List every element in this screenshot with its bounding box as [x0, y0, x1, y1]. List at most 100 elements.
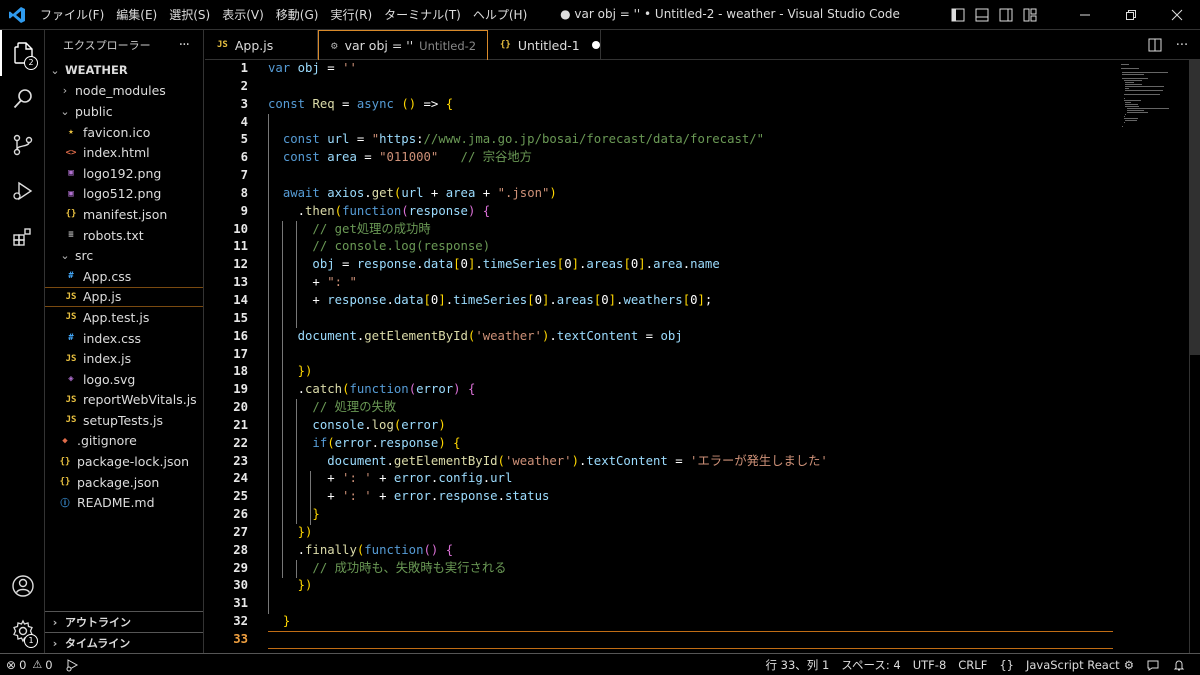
problems-indicator[interactable]: ⊗ 0 ⚠ 0 — [0, 654, 59, 675]
code-line[interactable]: const Req = async () => { — [268, 96, 1118, 114]
search-icon[interactable] — [0, 76, 45, 122]
folder-root[interactable]: ⌄ WEATHER — [45, 60, 203, 81]
editor-more-actions-icon[interactable]: ··· — [1170, 30, 1194, 60]
code-line[interactable] — [268, 78, 1118, 96]
file-item[interactable]: ▣ logo192.png — [45, 163, 203, 184]
timeline-section[interactable]: › タイムライン — [45, 632, 203, 653]
code-line[interactable]: // get処理の成功時 — [268, 221, 1118, 239]
vscode-logo-icon[interactable] — [0, 0, 34, 30]
file-item[interactable]: # index.css — [45, 328, 203, 349]
file-item[interactable]: <> index.html — [45, 142, 203, 163]
file-item[interactable]: ★ favicon.ico — [45, 122, 203, 143]
file-item[interactable]: JS App.test.js — [45, 307, 203, 328]
menu-view[interactable]: 表示(V) — [216, 0, 270, 30]
vertical-scrollbar[interactable] — [1189, 60, 1200, 653]
file-item[interactable]: ◈ logo.svg — [45, 369, 203, 390]
file-item[interactable]: ≡ robots.txt — [45, 225, 203, 246]
code-line[interactable]: } — [268, 506, 1118, 524]
file-item[interactable]: JS setupTests.js — [45, 410, 203, 431]
feedback-icon[interactable] — [1140, 654, 1166, 675]
live-share-icon[interactable] — [59, 654, 85, 675]
code-line[interactable]: .then(function(response) { — [268, 203, 1118, 221]
menu-selection[interactable]: 選択(S) — [163, 0, 216, 30]
manage-gear-icon[interactable]: 1 — [0, 608, 45, 654]
outline-section[interactable]: › アウトライン — [45, 611, 203, 632]
code-line[interactable]: }) — [268, 577, 1118, 595]
folder-item[interactable]: ⌄ public — [45, 101, 203, 122]
file-item[interactable]: ◆ .gitignore — [45, 431, 203, 452]
menu-edit[interactable]: 編集(E) — [110, 0, 163, 30]
notifications-bell-icon[interactable] — [1166, 654, 1192, 675]
file-item[interactable]: JS reportWebVitals.js — [45, 390, 203, 411]
unsaved-dot-icon[interactable] — [591, 41, 600, 49]
code-line[interactable]: } — [268, 613, 1118, 631]
code-line[interactable] — [268, 595, 1118, 613]
scrollbar-thumb[interactable] — [1190, 60, 1200, 355]
tab-untitled-2[interactable]: ⚙ var obj = '' Untitled-2 — [318, 30, 488, 60]
code-line[interactable] — [268, 167, 1118, 185]
encoding[interactable]: UTF-8 — [907, 654, 953, 675]
close-window-icon[interactable] — [1154, 0, 1200, 30]
restore-icon[interactable] — [1108, 0, 1154, 30]
tab-app-js[interactable]: JS App.js — [205, 30, 318, 60]
more-actions-icon[interactable]: ··· — [179, 37, 190, 53]
file-item[interactable]: JS App.js — [45, 286, 203, 308]
language-mode[interactable]: JavaScript React ⚙ — [1020, 654, 1140, 675]
code-lines[interactable]: var obj = '' const Req = async () => { co… — [268, 60, 1118, 649]
code-line[interactable]: const area = "011000" // 宗谷地方 — [268, 149, 1118, 167]
code-line[interactable] — [268, 310, 1118, 328]
menu-file[interactable]: ファイル(F) — [34, 0, 110, 30]
cursor-position[interactable]: 行 33、列 1 — [760, 654, 836, 675]
file-item[interactable]: ⓘ README.md — [45, 492, 203, 513]
code-line[interactable]: + ': ' + error.config.url — [268, 470, 1118, 488]
file-item[interactable]: {} manifest.json — [45, 204, 203, 225]
split-editor-icon[interactable] — [1143, 30, 1167, 60]
code-editor[interactable]: 1 2 3 4 5 6 7 8 9 10 11 12 13 14 15 16 17 18 19 20 21 22 23 24 2… — [205, 60, 1200, 653]
file-item[interactable]: # App.css — [45, 266, 203, 287]
toggle-secondary-sidebar-icon[interactable] — [994, 0, 1018, 30]
code-line[interactable]: }) — [268, 524, 1118, 542]
minimap[interactable] — [1117, 60, 1189, 653]
file-item[interactable]: ▣ logo512.png — [45, 184, 203, 205]
code-line[interactable]: + response.data[0].timeSeries[0].areas[0… — [268, 292, 1118, 310]
end-of-line[interactable]: CRLF — [952, 654, 993, 675]
file-item[interactable]: {} package-lock.json — [45, 451, 203, 472]
run-debug-icon[interactable] — [0, 168, 45, 214]
code-line[interactable]: + ': ' + error.response.status — [268, 488, 1118, 506]
indentation[interactable]: スペース: 4 — [835, 654, 906, 675]
extensions-icon[interactable] — [0, 214, 45, 260]
folder-item[interactable]: › node_modules — [45, 81, 203, 102]
code-line[interactable]: obj = response.data[0].timeSeries[0].are… — [268, 256, 1118, 274]
code-line[interactable]: if(error.response) { — [268, 435, 1118, 453]
toggle-panel-icon[interactable] — [970, 0, 994, 30]
tab-untitled-1[interactable]: {} Untitled-1 — [488, 30, 601, 60]
files-icon[interactable]: 2 — [0, 30, 45, 76]
code-line[interactable]: }) — [268, 363, 1118, 381]
code-line[interactable]: .catch(function(error) { — [268, 381, 1118, 399]
braces-icon[interactable]: {} — [993, 654, 1020, 675]
source-control-icon[interactable] — [0, 122, 45, 168]
code-line[interactable] — [268, 346, 1118, 364]
code-line[interactable]: // console.log(response) — [268, 238, 1118, 256]
code-line[interactable]: // 成功時も、失敗時も実行される — [268, 560, 1118, 578]
menu-run[interactable]: 実行(R) — [324, 0, 378, 30]
code-line[interactable]: var obj = '' — [268, 60, 1118, 78]
folder-item[interactable]: ⌄ src — [45, 245, 203, 266]
account-icon[interactable] — [0, 563, 45, 609]
code-line[interactable] — [268, 114, 1118, 132]
code-line[interactable]: .finally(function() { — [268, 542, 1118, 560]
code-line[interactable]: // 処理の失敗 — [268, 399, 1118, 417]
code-line[interactable]: document.getElementById('weather').textC… — [268, 453, 1118, 471]
code-line[interactable]: const url = "https://www.jma.go.jp/bosai… — [268, 131, 1118, 149]
file-item[interactable]: {} package.json — [45, 472, 203, 493]
file-item[interactable]: JS index.js — [45, 348, 203, 369]
toggle-primary-sidebar-icon[interactable] — [946, 0, 970, 30]
code-line[interactable] — [268, 631, 1113, 649]
code-line[interactable]: console.log(error) — [268, 417, 1118, 435]
code-line[interactable]: + ": " — [268, 274, 1118, 292]
minimize-icon[interactable] — [1062, 0, 1108, 30]
customize-layout-icon[interactable] — [1018, 0, 1042, 30]
code-line[interactable]: document.getElementById('weather').textC… — [268, 328, 1118, 346]
code-line[interactable]: await axios.get(url + area + ".json") — [268, 185, 1118, 203]
menu-terminal[interactable]: ターミナル(T) — [378, 0, 467, 30]
